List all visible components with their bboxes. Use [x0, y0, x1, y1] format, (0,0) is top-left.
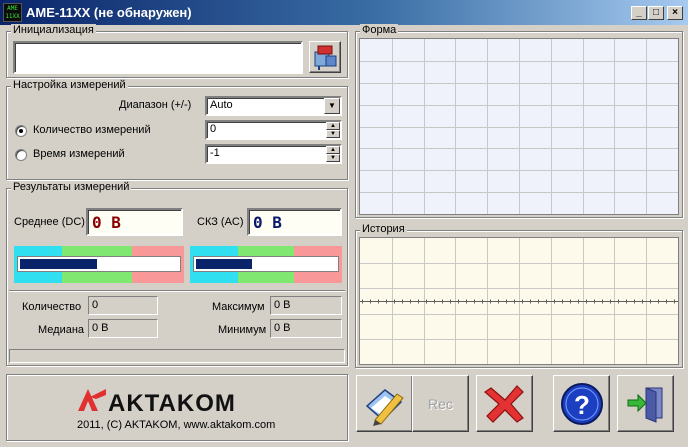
form-plot-area[interactable] [359, 38, 679, 215]
form-grid [360, 39, 678, 214]
chevron-down-icon[interactable]: ▼ [324, 98, 340, 114]
init-group-title: Инициализация [11, 24, 96, 36]
init-group: Инициализация [6, 24, 348, 78]
time-input[interactable]: -1 ▲ ▼ [205, 144, 342, 164]
history-group-title: История [360, 223, 407, 235]
init-device-field[interactable] [13, 41, 303, 74]
dc-value: 0 В [86, 208, 183, 236]
dc-level-meter [14, 246, 184, 283]
settings-group-title: Настройка измерений [11, 79, 128, 91]
exit-door-icon [627, 387, 663, 423]
range-select[interactable]: Auto ▼ [205, 96, 342, 116]
logo-panel: AKTAKOM 2011, (C) AKTAKOM, www.aktakom.c… [6, 374, 348, 441]
rec-label: Rec [428, 396, 453, 412]
ac-meter-fill [194, 257, 255, 271]
stat-min-label: Минимум [218, 324, 267, 336]
stat-min-value: 0 В [270, 319, 342, 338]
red-x-icon [484, 385, 524, 423]
title-bar[interactable]: AME 11XX AME-11XX (не обнаружен) _ □ × [0, 0, 688, 25]
dc-label: Среднее (DC) [14, 216, 85, 228]
count-input-value: 0 [210, 123, 217, 135]
time-radio[interactable] [15, 149, 27, 161]
svg-text:?: ? [574, 390, 590, 420]
results-group: Результаты измерений Среднее (DC) 0 В СК… [6, 181, 348, 366]
aktakom-logo: AKTAKOM [78, 389, 236, 415]
edit-notes-button[interactable] [356, 375, 413, 432]
time-label: Время измерений [33, 148, 125, 160]
close-window-button[interactable]: × [667, 6, 683, 20]
exit-button[interactable] [617, 375, 674, 432]
ac-value: 0 В [247, 208, 342, 236]
history-plot-area[interactable] [359, 237, 679, 365]
pencil-notepad-icon [365, 389, 404, 426]
ac-level-meter [190, 246, 342, 283]
clear-button[interactable] [476, 375, 533, 432]
ac-meter-track [193, 256, 339, 272]
ac-label: СКЗ (AC) [197, 216, 244, 228]
stat-median-value: 0 В [88, 319, 158, 338]
count-input[interactable]: 0 ▲ ▼ [205, 120, 342, 140]
time-spin-down[interactable]: ▼ [326, 154, 340, 162]
results-divider [9, 290, 345, 292]
device-connect-icon [314, 45, 337, 70]
radio-selected-dot [19, 129, 23, 133]
settings-group: Настройка измерений Диапазон (+/-) Auto … [6, 79, 348, 180]
dc-meter-fill [18, 257, 99, 271]
form-group-title: Форма [360, 24, 399, 36]
maximize-button[interactable]: □ [648, 6, 664, 20]
history-group: История [355, 223, 683, 368]
time-spin-up[interactable]: ▲ [326, 146, 340, 154]
help-icon: ? [561, 383, 603, 425]
range-select-value: Auto [210, 99, 233, 111]
status-bar [9, 349, 345, 363]
logo-caption: 2011, (C) AKTAKOM, www.aktakom.com [77, 419, 276, 431]
count-spin-up[interactable]: ▲ [326, 122, 340, 130]
count-label: Количество измерений [33, 124, 151, 136]
help-button[interactable]: ? [553, 375, 610, 432]
minimize-button[interactable]: _ [631, 6, 647, 20]
count-radio[interactable] [15, 125, 27, 137]
dc-meter-track [17, 256, 181, 272]
connect-device-button[interactable] [309, 41, 341, 73]
svg-text:AKTAKOM: AKTAKOM [108, 390, 236, 415]
window-title: AME-11XX (не обнаружен) [26, 5, 192, 20]
results-group-title: Результаты измерений [11, 181, 132, 193]
stat-median-label: Медиана [38, 324, 85, 336]
history-grid [360, 238, 678, 364]
count-spin-down[interactable]: ▼ [326, 130, 340, 138]
record-button[interactable]: Rec [412, 375, 469, 432]
stat-count-label: Количество [22, 301, 82, 313]
time-input-value: -1 [210, 147, 220, 159]
app-icon: AME 11XX [3, 3, 22, 22]
form-group: Форма [355, 24, 683, 218]
stat-max-label: Максимум [212, 301, 265, 313]
stat-max-value: 0 В [270, 296, 342, 315]
range-label: Диапазон (+/-) [119, 99, 192, 111]
stat-count-value: 0 [88, 296, 158, 315]
